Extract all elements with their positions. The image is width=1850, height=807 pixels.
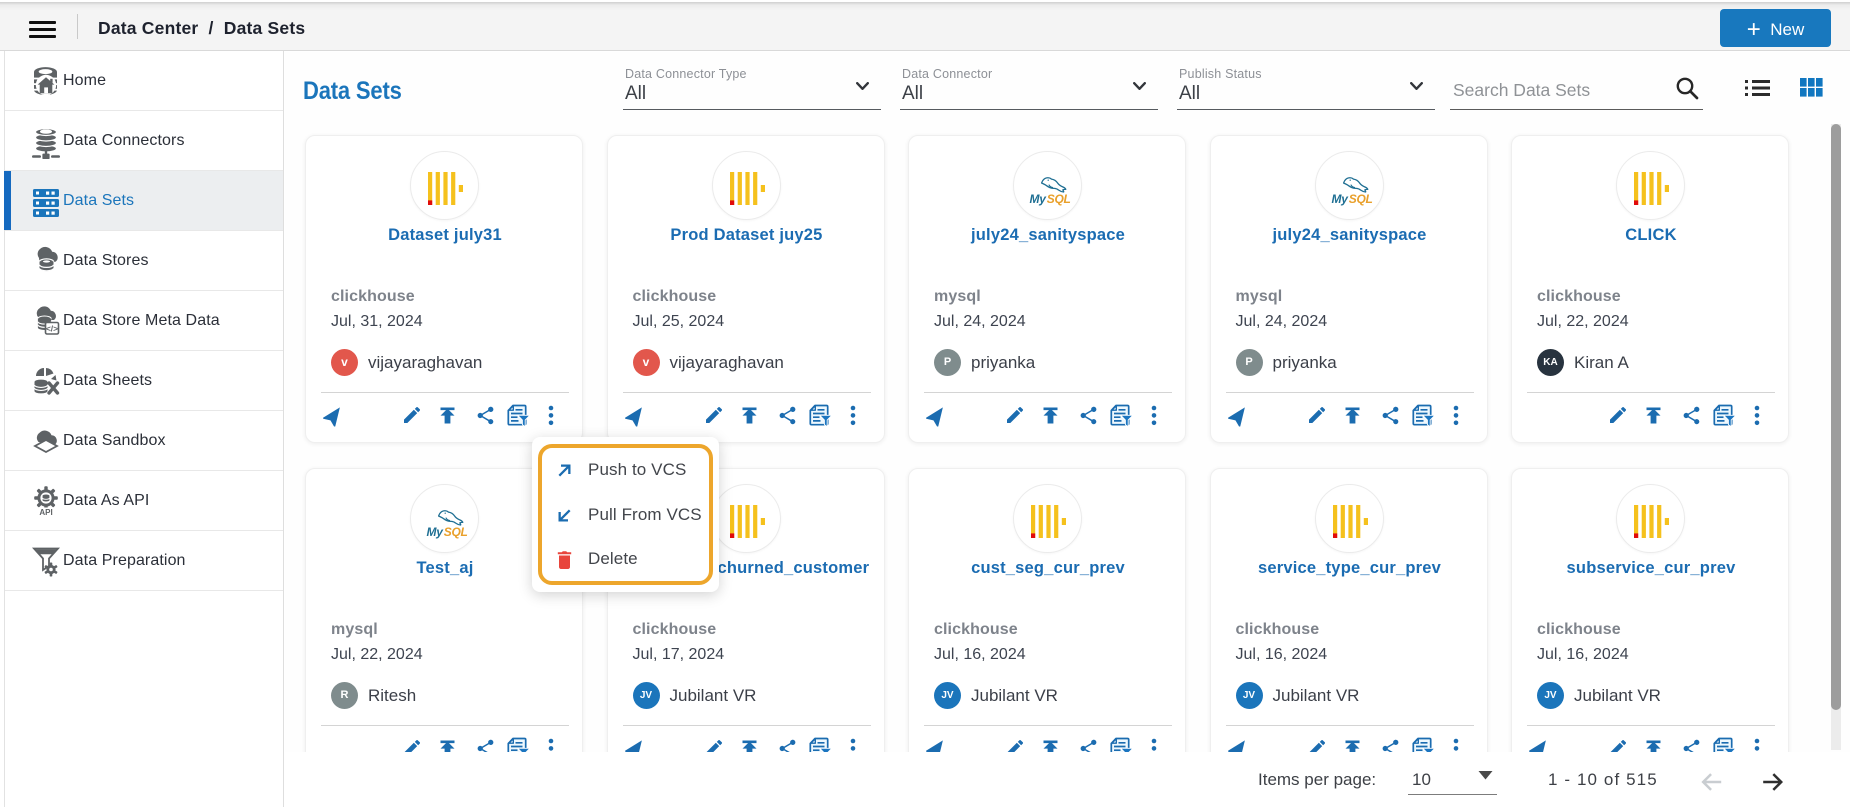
svg-text:SQL: SQL: [444, 525, 468, 539]
svg-text:My: My: [1331, 192, 1349, 206]
svg-text:My: My: [427, 525, 445, 539]
svg-text:My: My: [1030, 192, 1048, 206]
svg-text:</>: </>: [46, 323, 58, 333]
svg-text:SQL: SQL: [1047, 192, 1071, 206]
svg-text:API: API: [39, 508, 52, 517]
svg-text:SQL: SQL: [1348, 192, 1372, 206]
